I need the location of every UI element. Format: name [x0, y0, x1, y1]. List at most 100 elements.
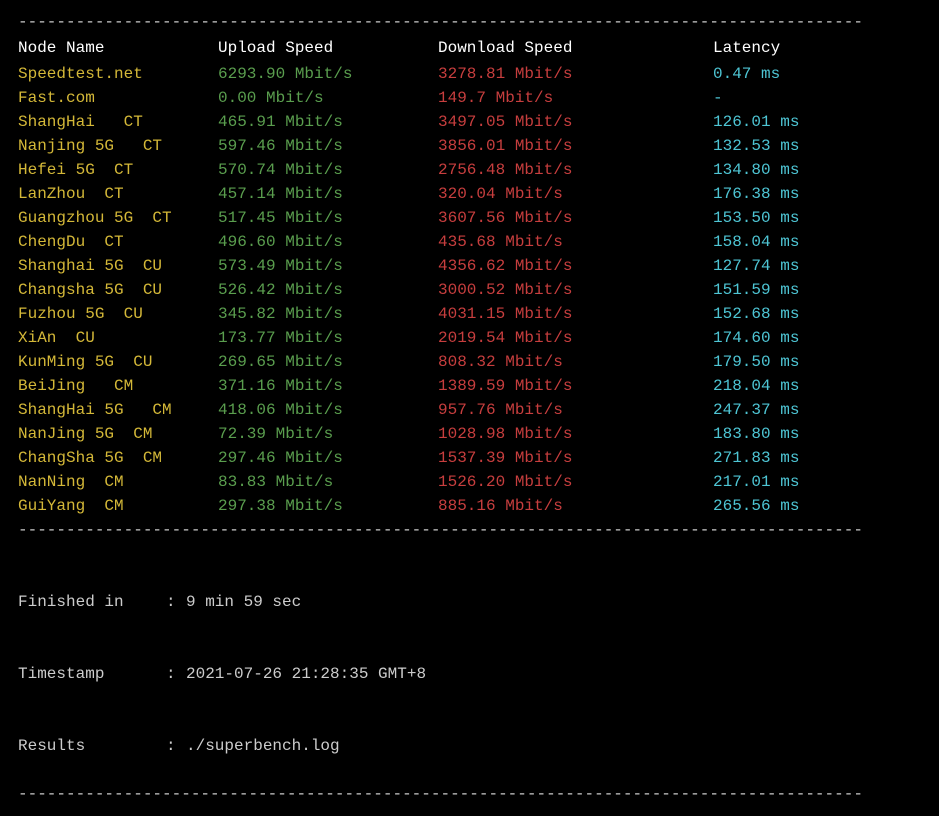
isp-label: CM	[133, 425, 152, 443]
isp-label: CT	[152, 209, 171, 227]
node-name: KunMing 5G	[18, 353, 133, 371]
node-name: Fuzhou 5G	[18, 305, 124, 323]
upload-cell: 457.14 Mbit/s	[218, 182, 438, 206]
table-row: GuiYang CM297.38 Mbit/s885.16 Mbit/s265.…	[18, 494, 921, 518]
table-row: Fuzhou 5G CU345.82 Mbit/s4031.15 Mbit/s1…	[18, 302, 921, 326]
node-name: ChangSha 5G	[18, 449, 143, 467]
latency-cell: 179.50 ms	[713, 350, 921, 374]
download-cell: 2756.48 Mbit/s	[438, 158, 713, 182]
table-row: ChengDu CT496.60 Mbit/s435.68 Mbit/s158.…	[18, 230, 921, 254]
node-cell: ChangSha 5G CM	[18, 446, 218, 470]
node-name: XiAn	[18, 329, 76, 347]
table-row: Guangzhou 5G CT517.45 Mbit/s3607.56 Mbit…	[18, 206, 921, 230]
node-cell: GuiYang CM	[18, 494, 218, 518]
footer-block: Finished in : 9 min 59 sec Timestamp : 2…	[18, 542, 921, 782]
isp-label: CM	[104, 497, 123, 515]
results-value: ./superbench.log	[186, 734, 340, 758]
download-cell: 149.7 Mbit/s	[438, 86, 713, 110]
results-label: Results	[18, 734, 166, 758]
download-cell: 2019.54 Mbit/s	[438, 326, 713, 350]
node-cell: Fuzhou 5G CU	[18, 302, 218, 326]
upload-cell: 496.60 Mbit/s	[218, 230, 438, 254]
table-row: ChangSha 5G CM297.46 Mbit/s1537.39 Mbit/…	[18, 446, 921, 470]
table-row: LanZhou CT457.14 Mbit/s320.04 Mbit/s176.…	[18, 182, 921, 206]
upload-cell: 297.38 Mbit/s	[218, 494, 438, 518]
node-name: LanZhou	[18, 185, 104, 203]
isp-label: CM	[152, 401, 171, 419]
header-upload: Upload Speed	[218, 36, 438, 60]
finished-sep: :	[166, 590, 186, 614]
latency-cell: 0.47 ms	[713, 62, 921, 86]
latency-cell: 174.60 ms	[713, 326, 921, 350]
download-cell: 885.16 Mbit/s	[438, 494, 713, 518]
download-cell: 1526.20 Mbit/s	[438, 470, 713, 494]
upload-cell: 573.49 Mbit/s	[218, 254, 438, 278]
node-name: Hefei 5G	[18, 161, 114, 179]
latency-cell: 127.74 ms	[713, 254, 921, 278]
table-row: XiAn CU173.77 Mbit/s2019.54 Mbit/s174.60…	[18, 326, 921, 350]
upload-cell: 371.16 Mbit/s	[218, 374, 438, 398]
download-cell: 3000.52 Mbit/s	[438, 278, 713, 302]
latency-cell: 176.38 ms	[713, 182, 921, 206]
node-cell: XiAn CU	[18, 326, 218, 350]
node-name: Speedtest.net	[18, 65, 143, 83]
isp-label: CU	[76, 329, 95, 347]
node-cell: Fast.com	[18, 86, 218, 110]
isp-label: CT	[114, 161, 133, 179]
table-row: Nanjing 5G CT597.46 Mbit/s3856.01 Mbit/s…	[18, 134, 921, 158]
download-cell: 4356.62 Mbit/s	[438, 254, 713, 278]
table-row: NanNing CM83.83 Mbit/s1526.20 Mbit/s217.…	[18, 470, 921, 494]
latency-cell: 217.01 ms	[713, 470, 921, 494]
table-row: KunMing 5G CU269.65 Mbit/s808.32 Mbit/s1…	[18, 350, 921, 374]
table-row: Changsha 5G CU526.42 Mbit/s3000.52 Mbit/…	[18, 278, 921, 302]
isp-label: CT	[104, 185, 123, 203]
node-cell: Guangzhou 5G CT	[18, 206, 218, 230]
node-name: NanNing	[18, 473, 104, 491]
latency-cell: 132.53 ms	[713, 134, 921, 158]
node-cell: KunMing 5G CU	[18, 350, 218, 374]
timestamp-sep: :	[166, 662, 186, 686]
node-name: NanJing 5G	[18, 425, 133, 443]
download-cell: 3856.01 Mbit/s	[438, 134, 713, 158]
header-download: Download Speed	[438, 36, 713, 60]
isp-label: CT	[104, 233, 123, 251]
node-name: Guangzhou 5G	[18, 209, 152, 227]
latency-cell: 271.83 ms	[713, 446, 921, 470]
download-cell: 435.68 Mbit/s	[438, 230, 713, 254]
latency-cell: 247.37 ms	[713, 398, 921, 422]
node-name: Shanghai 5G	[18, 257, 143, 275]
latency-cell: 151.59 ms	[713, 278, 921, 302]
node-cell: Speedtest.net	[18, 62, 218, 86]
upload-cell: 72.39 Mbit/s	[218, 422, 438, 446]
latency-cell: 126.01 ms	[713, 110, 921, 134]
finished-label: Finished in	[18, 590, 166, 614]
node-cell: NanJing 5G CM	[18, 422, 218, 446]
upload-cell: 465.91 Mbit/s	[218, 110, 438, 134]
latency-cell: 134.80 ms	[713, 158, 921, 182]
upload-cell: 173.77 Mbit/s	[218, 326, 438, 350]
download-cell: 1389.59 Mbit/s	[438, 374, 713, 398]
header-node: Node Name	[18, 36, 218, 60]
upload-cell: 345.82 Mbit/s	[218, 302, 438, 326]
timestamp-value: 2021-07-26 21:28:35 GMT+8	[186, 662, 426, 686]
upload-cell: 269.65 Mbit/s	[218, 350, 438, 374]
node-cell: Hefei 5G CT	[18, 158, 218, 182]
table-row: BeiJing CM371.16 Mbit/s1389.59 Mbit/s218…	[18, 374, 921, 398]
download-cell: 4031.15 Mbit/s	[438, 302, 713, 326]
footer-results: Results : ./superbench.log	[18, 734, 921, 758]
node-cell: Shanghai 5G CU	[18, 254, 218, 278]
node-cell: ChengDu CT	[18, 230, 218, 254]
node-name: BeiJing	[18, 377, 114, 395]
table-row: Hefei 5G CT570.74 Mbit/s2756.48 Mbit/s13…	[18, 158, 921, 182]
table-row: Shanghai 5G CU573.49 Mbit/s4356.62 Mbit/…	[18, 254, 921, 278]
node-name: ChengDu	[18, 233, 104, 251]
download-cell: 320.04 Mbit/s	[438, 182, 713, 206]
latency-cell: 183.80 ms	[713, 422, 921, 446]
upload-cell: 526.42 Mbit/s	[218, 278, 438, 302]
node-cell: BeiJing CM	[18, 374, 218, 398]
node-cell: LanZhou CT	[18, 182, 218, 206]
download-cell: 3497.05 Mbit/s	[438, 110, 713, 134]
table-row: Fast.com0.00 Mbit/s149.7 Mbit/s-	[18, 86, 921, 110]
upload-cell: 83.83 Mbit/s	[218, 470, 438, 494]
download-cell: 3278.81 Mbit/s	[438, 62, 713, 86]
